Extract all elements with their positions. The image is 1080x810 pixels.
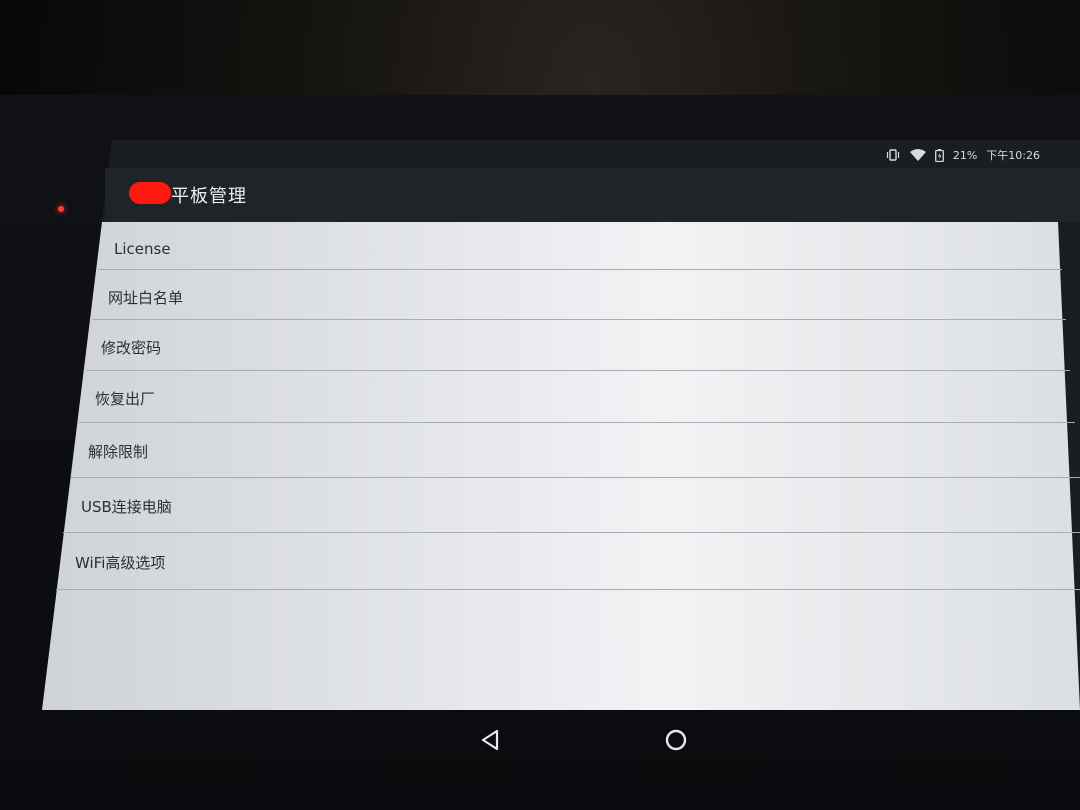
divider <box>92 319 1066 320</box>
list-item-usb-connect-pc[interactable]: USB连接电脑 <box>81 481 1076 531</box>
list-item-remove-restrictions[interactable]: 解除限制 <box>88 426 1073 476</box>
back-icon[interactable] <box>479 728 501 756</box>
status-bar: 21% 下午10:26 <box>110 140 1080 168</box>
list-item-license[interactable]: License <box>114 224 1060 274</box>
status-icons: 21% 下午10:26 <box>885 147 1040 163</box>
list-item-label: 恢复出厂 <box>95 389 156 408</box>
list-item-label: USB连接电脑 <box>81 497 172 516</box>
home-icon[interactable] <box>664 728 688 756</box>
divider <box>63 532 1080 533</box>
vibrate-icon <box>885 149 901 161</box>
redacted-logo <box>129 182 171 204</box>
navigation-bar <box>42 710 1080 770</box>
list-item-label: 网址白名单 <box>108 288 184 307</box>
list-item-wifi-advanced[interactable]: WiFi高级选项 <box>75 537 1080 587</box>
divider <box>98 269 1062 270</box>
list-item-url-whitelist[interactable]: 网址白名单 <box>108 272 1064 322</box>
battery-percent: 21% <box>952 148 978 162</box>
divider <box>86 370 1070 371</box>
divider <box>71 477 1080 478</box>
battery-icon <box>934 148 944 162</box>
clock: 下午10:26 <box>986 149 1040 162</box>
camera-led <box>58 206 64 212</box>
list-item-label: 修改密码 <box>101 338 162 357</box>
wifi-icon <box>909 149 926 161</box>
list-item-factory-reset[interactable]: 恢复出厂 <box>95 373 1070 423</box>
app-title-bar: 平板管理 <box>105 168 1080 222</box>
list-item-label: License <box>114 240 171 258</box>
list-item-label: WiFi高级选项 <box>75 553 166 572</box>
page-title: 平板管理 <box>171 186 247 207</box>
divider <box>56 589 1080 590</box>
list-item-label: 解除限制 <box>88 442 149 461</box>
divider <box>79 422 1075 423</box>
list-item-change-password[interactable]: 修改密码 <box>101 322 1066 372</box>
